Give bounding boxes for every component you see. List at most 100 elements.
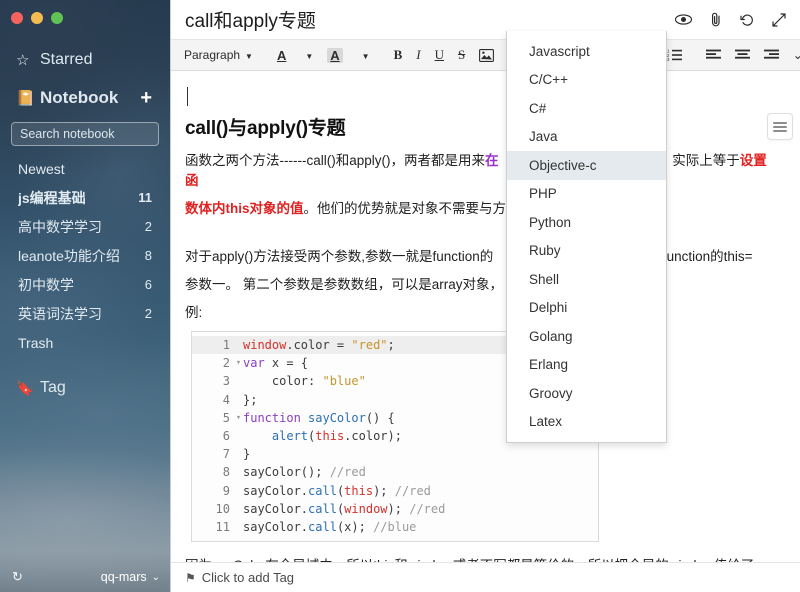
tag-bar[interactable]: ⚑ Click to add Tag: [171, 562, 800, 592]
code-line-number: 5: [192, 409, 234, 427]
editor-caret: [187, 87, 778, 107]
code-line-number: 8: [192, 463, 234, 481]
window-maximize-button[interactable]: [51, 12, 63, 24]
notebook-item-trash[interactable]: Trash: [0, 328, 170, 357]
image-icon: [479, 49, 494, 62]
code-fold-marker[interactable]: ▾: [234, 354, 243, 372]
chevron-down-icon: ▼: [305, 52, 313, 61]
code-line-number: 2: [192, 354, 234, 372]
strikethrough-label: S: [458, 47, 465, 63]
notebook-item[interactable]: leanote功能介绍 8: [0, 241, 170, 270]
search-notebook-input[interactable]: [11, 122, 159, 146]
fullscreen-icon[interactable]: [772, 13, 786, 27]
code-line: 9 sayColor.call(this); //red: [192, 482, 598, 500]
notebook-item[interactable]: 英语词法学习 2: [0, 299, 170, 328]
note-title[interactable]: call和apply专题: [185, 6, 675, 33]
language-option[interactable]: Javascript: [507, 37, 666, 66]
chevron-down-icon: ▼: [245, 52, 253, 61]
code-line: 10 sayColor.call(window); //red: [192, 500, 598, 518]
notebook-icon: 📔: [16, 89, 40, 107]
language-option[interactable]: PHP: [507, 180, 666, 209]
language-option[interactable]: C#: [507, 94, 666, 123]
window-controls: [0, 0, 170, 26]
bookmark-icon: ⚑: [185, 571, 196, 585]
notebook-item-newest[interactable]: Newest: [0, 154, 170, 183]
notebook-list: Newest js编程基础 11 高中数学学习 2 leanote功能介绍 8 …: [0, 154, 170, 357]
editor-scroll-area[interactable]: call()与apply()专题 函数之两个方法------call()和app…: [171, 71, 800, 562]
editor-scrollbar[interactable]: [795, 71, 800, 562]
star-icon: ☆: [16, 51, 40, 69]
notebook-item[interactable]: js编程基础 11: [0, 183, 170, 212]
strikethrough-button[interactable]: S: [451, 43, 472, 68]
toolbar-more-button[interactable]: ⌄: [786, 43, 800, 68]
add-tag-label: Click to add Tag: [202, 570, 294, 585]
code-line-text: };: [243, 391, 257, 409]
outline-toggle-button[interactable]: [767, 113, 793, 140]
language-option[interactable]: C/C++: [507, 66, 666, 95]
language-option[interactable]: Golang: [507, 322, 666, 351]
align-right-button[interactable]: [757, 43, 786, 68]
note-actions: [675, 12, 786, 28]
notebook-count: 2: [139, 306, 152, 321]
leanote-app-window: ☆ Starred 📔 Notebook + Newest js编程基础 11: [0, 0, 800, 592]
language-option[interactable]: Java: [507, 123, 666, 152]
language-option[interactable]: Shell: [507, 265, 666, 294]
document-paragraph-6: 因为sayColor在全局域中，所以this和window或者不写都是等价的，所…: [185, 556, 778, 562]
chevron-down-icon: ⌄: [793, 48, 800, 62]
numbered-list-icon: 1 2 3: [667, 49, 682, 61]
code-line: 8 sayColor(); //red: [192, 463, 598, 481]
code-line: 7 }: [192, 445, 598, 463]
note-title-bar: call和apply专题: [171, 0, 800, 40]
language-option[interactable]: Ruby: [507, 237, 666, 266]
language-option[interactable]: Latex: [507, 408, 666, 437]
language-option[interactable]: Python: [507, 208, 666, 237]
underline-button[interactable]: U: [428, 43, 451, 68]
main-panel: call和apply专题 Paragraph ▼: [170, 0, 800, 592]
notebook-count: 2: [139, 219, 152, 234]
insert-image-button[interactable]: [472, 43, 501, 68]
code-line-number: 4: [192, 391, 234, 409]
notebook-name: Newest: [18, 161, 152, 177]
notebook-item[interactable]: 初中数学 6: [0, 270, 170, 299]
language-dropdown-menu[interactable]: Javascript C/C++ C# Java Objective-c PHP…: [506, 31, 667, 443]
align-left-button[interactable]: [699, 43, 728, 68]
language-option[interactable]: Groovy: [507, 379, 666, 408]
language-option-selected[interactable]: Objective-c: [507, 151, 666, 180]
eye-icon[interactable]: [675, 14, 692, 25]
sidebar-section-tag[interactable]: 🔖 Tag: [0, 371, 170, 405]
user-menu[interactable]: qq-mars ⌄: [101, 570, 160, 584]
add-notebook-button[interactable]: +: [140, 88, 154, 108]
sidebar-section-notebook[interactable]: 📔 Notebook +: [0, 80, 170, 116]
align-left-icon: [706, 49, 721, 61]
paragraph-style-dropdown[interactable]: Paragraph ▼: [177, 43, 260, 68]
language-option[interactable]: Delphi: [507, 294, 666, 323]
history-icon[interactable]: [740, 13, 754, 27]
window-minimize-button[interactable]: [31, 12, 43, 24]
highlight-red: 数体内this对象的值: [185, 201, 304, 216]
note-editor[interactable]: call()与apply()专题 函数之两个方法------call()和app…: [171, 71, 800, 562]
code-fold-marker[interactable]: ▾: [234, 409, 243, 427]
align-center-icon: [735, 49, 750, 61]
sidebar-item-starred[interactable]: ☆ Starred: [0, 42, 170, 78]
text-color-dropdown[interactable]: ▼: [293, 43, 320, 68]
background-color-label: A: [327, 48, 342, 63]
paperclip-icon[interactable]: [710, 12, 722, 28]
code-line-number: 11: [192, 518, 234, 536]
language-option[interactable]: Erlang: [507, 351, 666, 380]
document-paragraph-4: 参数一。 第二个参数是参数数组，可以是array对象，。: [185, 275, 778, 295]
align-center-button[interactable]: [728, 43, 757, 68]
notebook-label: Notebook: [40, 88, 140, 108]
notebook-name: 英语词法学习: [18, 304, 139, 324]
code-line-text: sayColor.call(window); //red: [243, 500, 445, 518]
background-color-button[interactable]: A: [320, 43, 349, 68]
background-color-dropdown[interactable]: ▼: [350, 43, 377, 68]
window-close-button[interactable]: [11, 12, 23, 24]
italic-button[interactable]: I: [409, 43, 427, 68]
paragraph-text-tail: 实际上等于: [672, 153, 740, 168]
notebook-name: Trash: [18, 335, 152, 351]
bold-button[interactable]: B: [387, 43, 410, 68]
notebook-item[interactable]: 高中数学学习 2: [0, 212, 170, 241]
text-color-button[interactable]: A: [270, 43, 293, 68]
sync-icon[interactable]: ↻: [12, 569, 23, 585]
paragraph-style-label: Paragraph: [184, 48, 240, 62]
